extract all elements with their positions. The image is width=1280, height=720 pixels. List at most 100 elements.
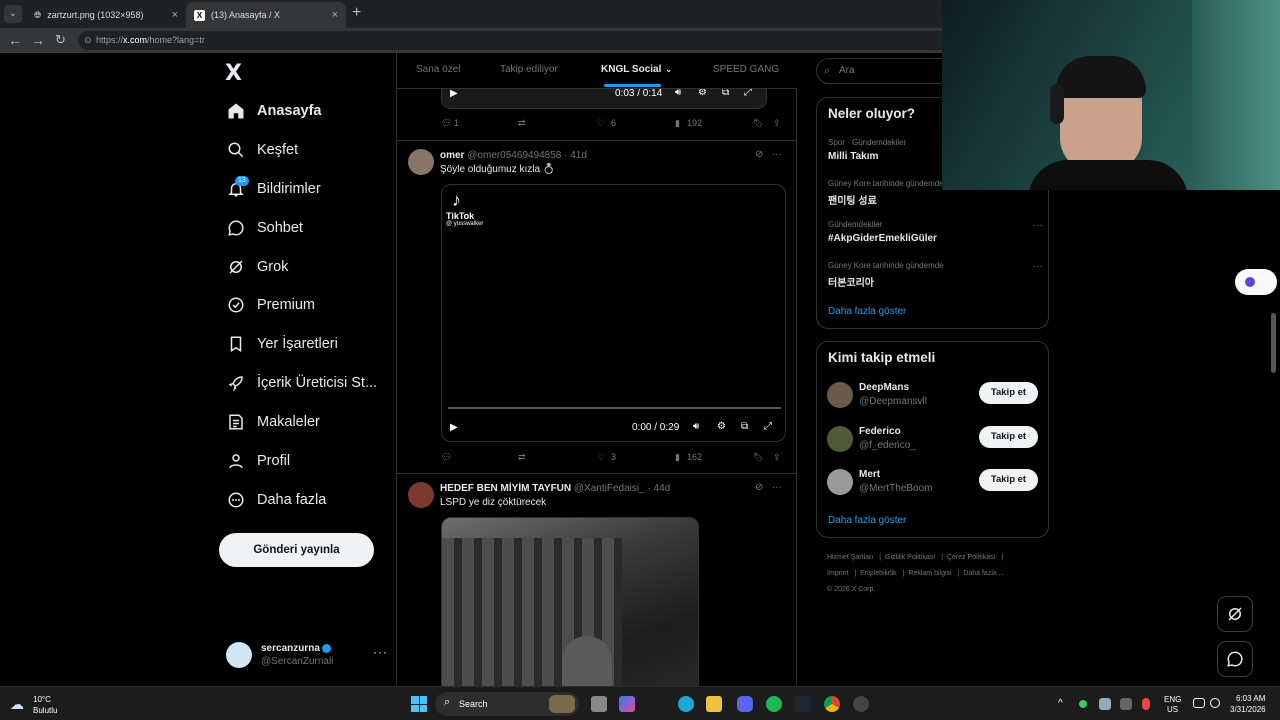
footer-link[interactable]: Imprint: [827, 570, 848, 577]
tweet[interactable]: omer @omer05469494858 · 41d ⊘ ··· Şöyle …: [397, 140, 797, 473]
post-button[interactable]: Gönderi yayınla: [219, 533, 374, 567]
tweet-image[interactable]: [441, 517, 699, 686]
views-icon[interactable]: ▮: [675, 452, 680, 463]
sidebar-item-chat[interactable]: Sohbet: [225, 215, 303, 241]
steam-icon[interactable]: [795, 696, 811, 712]
network-icon[interactable]: [1193, 698, 1205, 708]
bookmark-icon[interactable]: 🔖︎: [753, 118, 764, 129]
sidebar-item-more[interactable]: Daha fazla: [225, 487, 326, 513]
tweet-author-name[interactable]: HEDEF BEN MİYİM TAYFUN: [440, 483, 571, 494]
tweet[interactable]: HEDEF BEN MİYİM TAYFUN @XantiFedaisi_ · …: [397, 473, 797, 686]
avatar[interactable]: [827, 469, 853, 495]
reply-icon[interactable]: 💬︎: [441, 118, 452, 129]
clock-time[interactable]: 6:03 AM: [1236, 694, 1265, 703]
sidebar-item-premium[interactable]: Premium: [225, 292, 315, 318]
like-icon[interactable]: ♡: [597, 452, 605, 463]
lang-line2[interactable]: US: [1167, 705, 1178, 714]
pip-icon[interactable]: ⧉: [741, 421, 748, 432]
account-more-icon[interactable]: ···: [373, 645, 388, 659]
sidebar-item-creator-studio[interactable]: İçerik Üreticisi St...: [225, 370, 377, 396]
trend-item[interactable]: Güney Kore tarihinde gündemde 터본코리아 ···: [828, 261, 1043, 289]
sidebar-item-explore[interactable]: Keşfet: [225, 137, 298, 163]
more-icon[interactable]: ···: [1033, 220, 1043, 231]
forward-arrow-icon[interactable]: →: [31, 32, 45, 48]
tab-speed-gang[interactable]: SPEED GANG: [713, 64, 779, 75]
discord-icon[interactable]: [737, 696, 753, 712]
more-icon[interactable]: ···: [772, 482, 782, 493]
weather-widget[interactable]: ☁ 10°C Bulutlu: [10, 691, 70, 717]
grok-icon[interactable]: ⊘: [755, 149, 763, 160]
tab-for-you[interactable]: Sana özel: [416, 64, 460, 75]
footer-link[interactable]: Reklam bilgisi: [908, 570, 951, 577]
more-icon[interactable]: ···: [772, 149, 782, 160]
trend-item[interactable]: Gündemdekiler #AkpGiderEmekliGüler ···: [828, 220, 1043, 244]
follow-button[interactable]: Takip et: [979, 382, 1038, 404]
volume-icon[interactable]: 🔊︎: [693, 421, 699, 432]
scrollbar-thumb[interactable]: [1271, 313, 1276, 373]
tray-app-icon[interactable]: [1120, 698, 1132, 710]
tray-app-icon[interactable]: [1099, 698, 1111, 710]
footer-link[interactable]: Erişilebilirlik: [860, 570, 897, 577]
retweet-icon[interactable]: ⇄: [518, 118, 526, 129]
avatar[interactable]: [408, 149, 434, 175]
volume-icon[interactable]: [1210, 698, 1220, 708]
tray-expand-icon[interactable]: ^: [1058, 698, 1063, 709]
views-icon[interactable]: ▮: [675, 118, 680, 129]
file-explorer-icon[interactable]: [706, 696, 722, 712]
tweet-author-name[interactable]: omer: [440, 150, 464, 161]
avatar[interactable]: [408, 482, 434, 508]
sidebar-item-bookmarks[interactable]: Yer İşaretleri: [225, 331, 338, 357]
footer-link[interactable]: Gizlilik Politikası: [885, 554, 935, 561]
spotify-icon[interactable]: [766, 696, 782, 712]
follow-suggestion[interactable]: Mert @MertTheBoom Takip et: [827, 467, 1042, 497]
follow-button[interactable]: Takip et: [979, 426, 1038, 448]
bookmark-icon[interactable]: 🔖︎: [753, 452, 764, 463]
avatar[interactable]: [827, 426, 853, 452]
taskbar-search[interactable]: ⌕ Search: [435, 692, 579, 716]
play-icon[interactable]: ▶: [450, 422, 458, 433]
address-bar[interactable]: ⊙ https://x.com/home?lang=tr: [78, 31, 958, 50]
edge-icon[interactable]: [678, 696, 694, 712]
like-icon[interactable]: ♡: [597, 118, 605, 129]
browser-tab-image[interactable]: 🌐︎ zartzurt.png (1032×958) ×: [26, 2, 186, 28]
who-show-more-link[interactable]: Daha fazla göster: [828, 515, 906, 526]
retweet-icon[interactable]: ⇄: [518, 452, 526, 463]
tweet-age[interactable]: · 41d: [564, 150, 587, 161]
back-arrow-icon[interactable]: ←: [8, 32, 22, 48]
task-view-icon[interactable]: [591, 696, 607, 712]
new-tab-button[interactable]: +: [352, 4, 361, 22]
microphone-icon[interactable]: [1142, 698, 1150, 710]
lang-line1[interactable]: ENG: [1164, 695, 1181, 704]
copilot-icon[interactable]: [619, 696, 635, 712]
chrome-icon[interactable]: [824, 696, 840, 712]
video-player[interactable]: ♪ TikTok @ yusswalker ▶ 0:00 / 0:29 🔊︎ ⚙…: [441, 184, 786, 442]
follow-suggestion[interactable]: Federico @f_ederico_ Takip et: [827, 424, 1042, 454]
avatar[interactable]: [827, 382, 853, 408]
tab-search-button[interactable]: ⌄: [4, 5, 22, 23]
tab-close-icon[interactable]: ×: [332, 9, 338, 21]
tab-kngl-social[interactable]: KNGL Social ⌄: [601, 64, 672, 75]
grok-drawer-button[interactable]: [1235, 269, 1277, 295]
footer-link[interactable]: Hizmet Şartları: [827, 554, 873, 561]
tab-close-icon[interactable]: ×: [172, 9, 178, 21]
clock-date[interactable]: 3/31/2026: [1230, 705, 1266, 714]
tray-status-icon[interactable]: [1079, 700, 1087, 708]
account-switcher[interactable]: sercanzurna @SercanZurnali ···: [225, 639, 390, 675]
tab-following[interactable]: Takip ediliyor: [500, 64, 558, 75]
reply-icon[interactable]: 💬︎: [441, 452, 452, 463]
follow-button[interactable]: Takip et: [979, 469, 1038, 491]
fullscreen-icon[interactable]: ⤢: [764, 421, 772, 432]
sidebar-item-notifications[interactable]: 13 Bildirimler: [225, 176, 321, 202]
sidebar-item-articles[interactable]: Makaleler: [225, 409, 320, 435]
footer-link[interactable]: Daha fazla ...: [963, 570, 1004, 577]
tweet-author-handle[interactable]: @XantiFedaisi_: [574, 483, 645, 494]
footer-link[interactable]: Çerez Politikası: [947, 554, 996, 561]
site-info-icon[interactable]: ⊙: [84, 31, 92, 50]
grok-fab-button[interactable]: [1217, 596, 1253, 632]
messages-fab-button[interactable]: [1217, 641, 1253, 677]
trends-show-more-link[interactable]: Daha fazla göster: [828, 306, 906, 317]
app-icon[interactable]: [853, 696, 869, 712]
reload-icon[interactable]: ↻: [55, 32, 66, 48]
sidebar-item-grok[interactable]: Grok: [225, 254, 288, 280]
browser-tab-x[interactable]: X (13) Anasayfa / X ×: [186, 2, 346, 28]
